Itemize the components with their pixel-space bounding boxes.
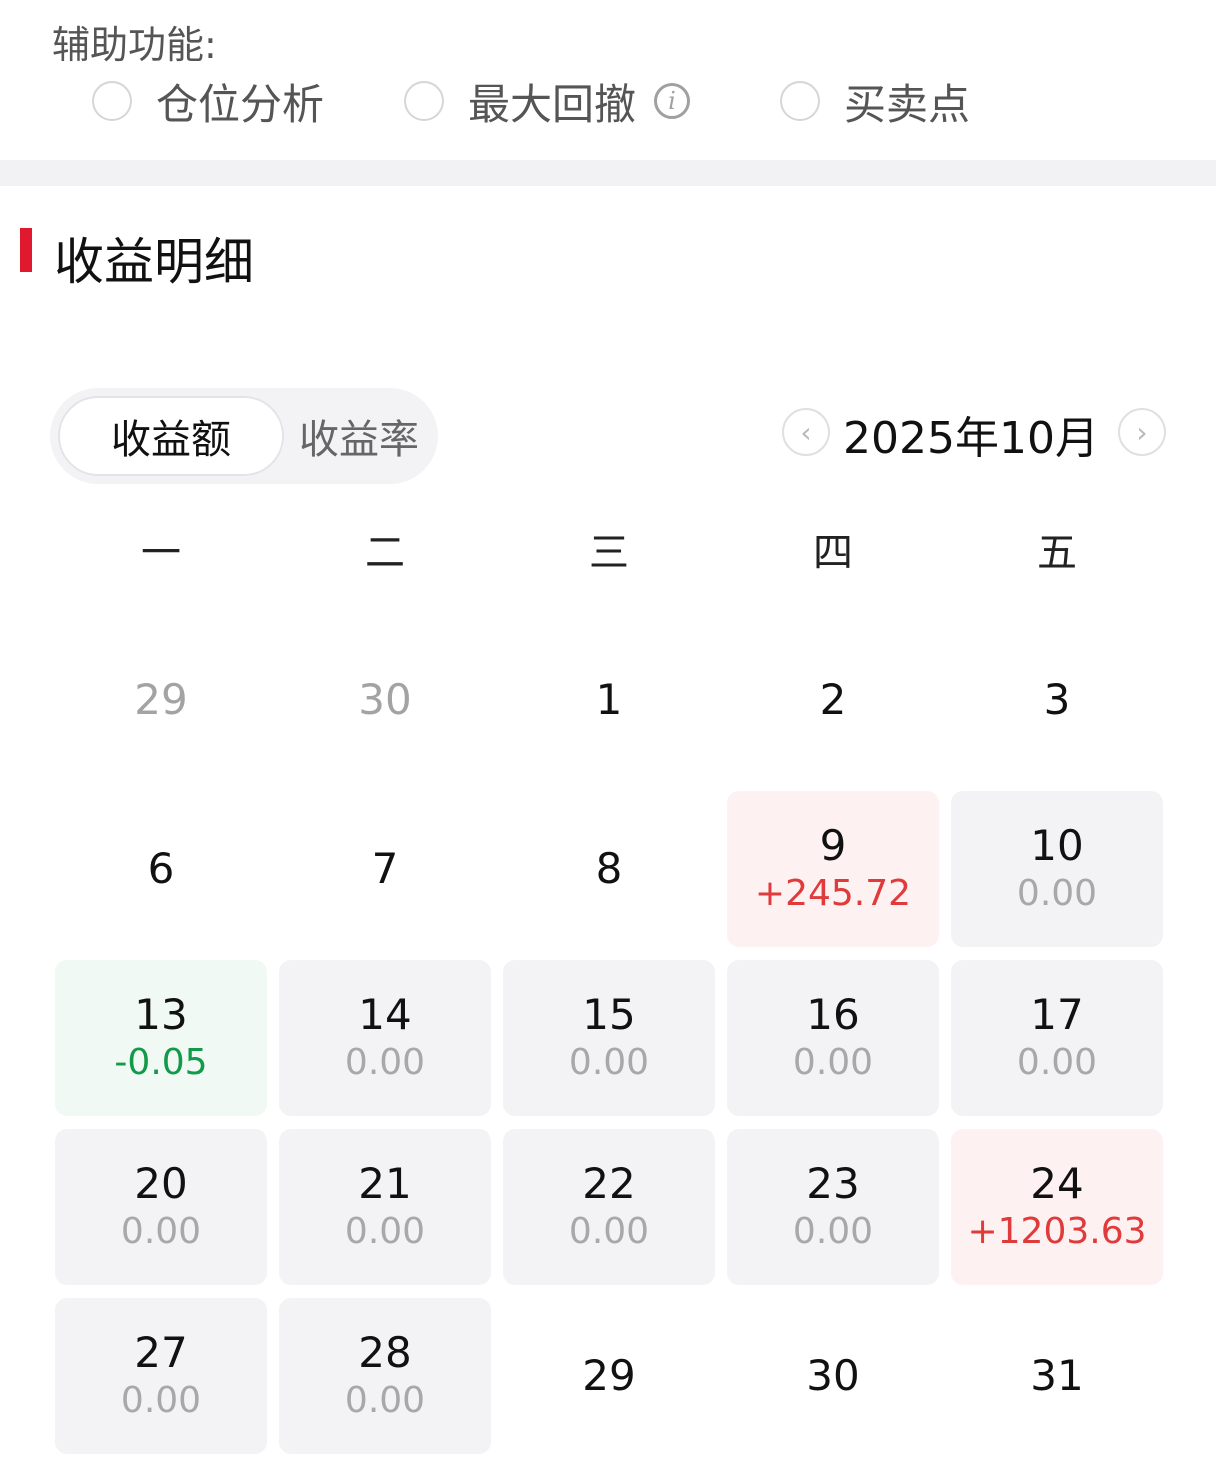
calendar-day-cell[interactable]: 13 -0.05 — [55, 960, 267, 1116]
day-number: 8 — [595, 844, 623, 893]
day-profit-value: 0.00 — [120, 1211, 202, 1252]
calendar-day-cell[interactable]: 17 0.00 — [951, 960, 1163, 1116]
day-number: 10 — [1030, 821, 1084, 870]
day-profit-value: 0.00 — [120, 1380, 202, 1421]
day-profit-value: +1203.63 — [967, 1211, 1147, 1252]
day-profit-value: 0.00 — [1016, 873, 1098, 914]
radio-circle-icon[interactable] — [404, 81, 444, 121]
calendar-day-cell[interactable]: 29 — [503, 1298, 715, 1454]
calendar-day-cell[interactable]: 27 0.00 — [55, 1298, 267, 1454]
section-title: 收益明细 — [54, 233, 254, 291]
day-profit-value: +245.72 — [754, 873, 912, 914]
calendar-day-cell[interactable]: 2 — [727, 622, 939, 778]
calendar-day-cell[interactable]: 1 — [503, 622, 715, 778]
chevron-right-icon: › — [1136, 415, 1148, 449]
aux-panel: 辅助功能: 仓位分析 最大回撤 i 买卖点 — [0, 0, 1216, 160]
chevron-left-icon: ‹ — [800, 415, 812, 449]
calendar-day-cell[interactable]: 3 — [951, 622, 1163, 778]
day-number: 15 — [582, 990, 636, 1039]
calendar-day-cell[interactable]: 24 +1203.63 — [951, 1129, 1163, 1285]
day-number: 28 — [358, 1328, 412, 1377]
calendar-day-cell[interactable]: 23 0.00 — [727, 1129, 939, 1285]
day-number: 24 — [1030, 1159, 1084, 1208]
toggle-profit-amount[interactable]: 收益额 — [58, 396, 284, 476]
day-number: 29 — [582, 1351, 636, 1400]
day-profit-value: -0.05 — [114, 1042, 208, 1083]
metric-toggle: 收益额 收益率 — [50, 388, 438, 484]
calendar-day-cell[interactable]: 21 0.00 — [279, 1129, 491, 1285]
weekday-wed: 三 — [589, 530, 629, 576]
day-number: 2 — [819, 675, 847, 724]
day-profit-value: 0.00 — [344, 1380, 426, 1421]
calendar-day-cell[interactable]: 8 — [503, 791, 715, 947]
weekday-thu: 四 — [813, 530, 853, 576]
calendar-day-cell[interactable]: 6 — [55, 791, 267, 947]
option-max-drawdown[interactable]: 最大回撤 i — [404, 74, 691, 129]
day-number: 16 — [806, 990, 860, 1039]
day-number: 27 — [134, 1328, 188, 1377]
calendar-day-cell[interactable]: 10 0.00 — [951, 791, 1163, 947]
option-buy-sell-points[interactable]: 买卖点 — [780, 74, 970, 129]
calendar-day-cell[interactable]: 7 — [279, 791, 491, 947]
option-position-analysis[interactable]: 仓位分析 — [92, 74, 324, 129]
toggle-profit-rate[interactable]: 收益率 — [280, 396, 438, 476]
day-profit-value: 0.00 — [344, 1211, 426, 1252]
info-icon[interactable]: i — [654, 83, 691, 119]
day-number: 9 — [819, 821, 847, 870]
day-profit-value: 0.00 — [344, 1042, 426, 1083]
section-divider — [0, 160, 1216, 186]
day-number: 29 — [134, 675, 188, 724]
option-label: 买卖点 — [844, 79, 971, 129]
day-number: 17 — [1030, 990, 1084, 1039]
option-label: 仓位分析 — [156, 79, 325, 129]
day-number: 14 — [358, 990, 412, 1039]
weekday-mon: 一 — [141, 530, 181, 576]
day-number: 6 — [147, 844, 175, 893]
weekday-fri: 五 — [1037, 530, 1077, 576]
aux-label: 辅助功能: — [52, 23, 217, 67]
calendar-day-cell[interactable]: 9 +245.72 — [727, 791, 939, 947]
day-profit-value: 0.00 — [792, 1042, 874, 1083]
radio-circle-icon[interactable] — [780, 81, 820, 121]
prev-month-button[interactable]: ‹ — [782, 408, 830, 456]
day-profit-value: 0.00 — [568, 1211, 650, 1252]
day-number: 21 — [358, 1159, 412, 1208]
day-number: 30 — [358, 675, 412, 724]
day-number: 30 — [806, 1351, 860, 1400]
calendar-day-cell[interactable]: 15 0.00 — [503, 960, 715, 1116]
weekday-tue: 二 — [365, 530, 405, 576]
day-number: 23 — [806, 1159, 860, 1208]
day-number: 13 — [134, 990, 188, 1039]
day-number: 3 — [1043, 675, 1071, 724]
day-number: 1 — [595, 675, 623, 724]
day-number: 22 — [582, 1159, 636, 1208]
month-label: 2025年10月 — [843, 413, 1099, 464]
next-month-button[interactable]: › — [1118, 408, 1166, 456]
calendar-day-cell[interactable]: 30 — [279, 622, 491, 778]
calendar-day-cell[interactable]: 29 — [55, 622, 267, 778]
day-profit-value: 0.00 — [568, 1042, 650, 1083]
calendar-day-cell[interactable]: 14 0.00 — [279, 960, 491, 1116]
section-accent-bar — [20, 228, 32, 272]
calendar-day-cell[interactable]: 30 — [727, 1298, 939, 1454]
day-profit-value: 0.00 — [792, 1211, 874, 1252]
radio-circle-icon[interactable] — [92, 81, 132, 121]
calendar-day-cell[interactable]: 31 — [951, 1298, 1163, 1454]
day-number: 20 — [134, 1159, 188, 1208]
calendar-day-cell[interactable]: 28 0.00 — [279, 1298, 491, 1454]
option-label: 最大回撤 — [468, 79, 637, 129]
day-number: 7 — [371, 844, 399, 893]
calendar-day-cell[interactable]: 16 0.00 — [727, 960, 939, 1116]
calendar-day-cell[interactable]: 20 0.00 — [55, 1129, 267, 1285]
day-profit-value: 0.00 — [1016, 1042, 1098, 1083]
day-number: 31 — [1030, 1351, 1084, 1400]
calendar-day-cell[interactable]: 22 0.00 — [503, 1129, 715, 1285]
